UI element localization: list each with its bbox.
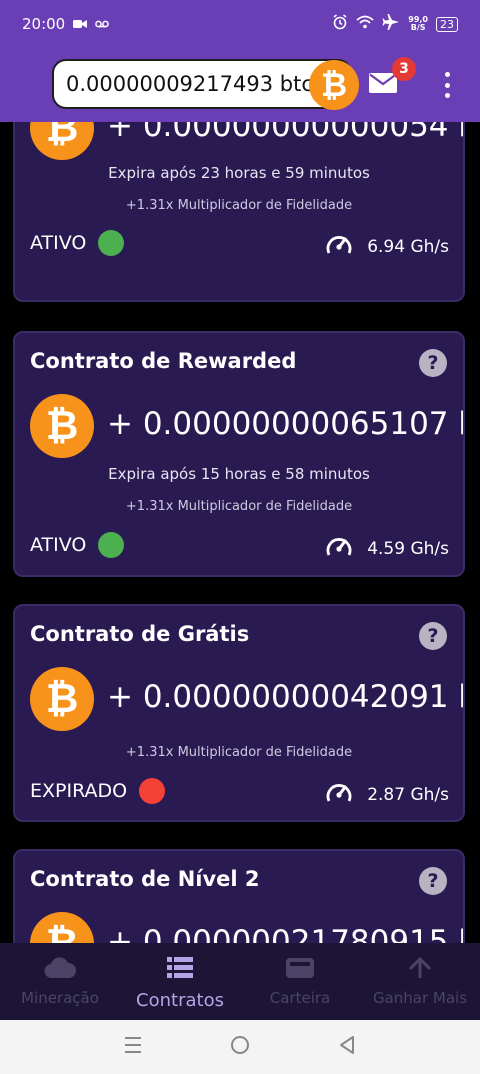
- contract-status-label: EXPIRADO: [30, 780, 128, 802]
- nav-item-mineracao[interactable]: Mineração: [0, 943, 120, 1020]
- arrow-up-icon: [408, 956, 432, 989]
- network-speed: 99,0 B/S: [408, 16, 428, 32]
- more-menu-icon[interactable]: [440, 72, 454, 98]
- contract-status: EXPIRADO: [30, 778, 166, 804]
- contract-card: Contrato de Rewarded ? ₿ + 0.00000000065…: [13, 331, 465, 577]
- help-icon[interactable]: ?: [419, 622, 447, 650]
- notification-badge: 3: [392, 57, 416, 81]
- speedometer-icon: [325, 534, 353, 563]
- contracts-list[interactable]: ₿ + 0.00000000000054 btc Expira após 23 …: [0, 122, 480, 943]
- cloud-icon: [44, 957, 77, 989]
- help-icon[interactable]: ?: [419, 349, 447, 377]
- contract-amount: + 0.00000000042091 btc: [107, 679, 463, 715]
- status-time: 20:00: [22, 15, 66, 33]
- bitcoin-icon: ₿: [30, 667, 94, 731]
- status-indicator-dot: [98, 532, 125, 558]
- status-right: 99,0 B/S 23: [332, 14, 458, 34]
- list-icon: [167, 957, 193, 990]
- loyalty-multiplier: +1.31x Multiplicador de Fidelidade: [125, 198, 353, 213]
- wallet-icon: [286, 957, 314, 989]
- battery-icon: 23: [436, 16, 458, 32]
- contract-status-label: ATIVO: [30, 232, 87, 254]
- home-icon[interactable]: [229, 1034, 251, 1060]
- contract-amount: + 0.00000021780915 btc: [107, 924, 463, 943]
- back-icon[interactable]: [337, 1034, 357, 1060]
- speedometer-icon: [325, 780, 353, 809]
- hashrate-value: 6.94 Gh/s: [367, 236, 449, 257]
- contract-amount: + 0.00000000065107 btc: [107, 406, 463, 442]
- hashrate-value: 2.87 Gh/s: [367, 784, 449, 805]
- network-speed-unit: B/S: [410, 23, 426, 32]
- mail-icon[interactable]: [369, 73, 397, 93]
- contract-status-label: ATIVO: [30, 534, 87, 556]
- balance-display[interactable]: 0.00000009217493 btc: [52, 59, 352, 109]
- bitcoin-icon: ₿: [30, 394, 94, 458]
- contract-card: Contrato de Grátis ? ₿ + 0.0000000004209…: [13, 604, 465, 822]
- nav-item-contratos[interactable]: Contratos: [120, 943, 240, 1020]
- status-indicator-dot: [98, 230, 125, 256]
- status-left: 20:00: [22, 15, 110, 33]
- wifi-icon: [356, 15, 374, 33]
- alarm-icon: [332, 14, 348, 34]
- contract-amount: + 0.00000000000054 btc: [107, 122, 463, 144]
- contract-status: ATIVO: [30, 230, 125, 256]
- contract-title: Contrato de Rewarded: [30, 349, 297, 373]
- contract-title: Contrato de Nível 2: [30, 867, 260, 891]
- contract-expiration: Expira após 15 horas e 58 minutos: [108, 465, 370, 483]
- nav-label: Contratos: [136, 990, 224, 1011]
- contract-hashrate: 2.87 Gh/s: [325, 780, 449, 809]
- contract-status: ATIVO: [30, 532, 125, 558]
- nav-item-ganhar-mais[interactable]: Ganhar Mais: [360, 943, 480, 1020]
- video-camera-icon: [73, 15, 88, 33]
- status-indicator-dot: [139, 778, 166, 804]
- contract-expiration: Expira após 23 horas e 59 minutos: [108, 164, 370, 182]
- app-header: 0.00000009217493 btc ₿ 3: [0, 48, 480, 122]
- loyalty-multiplier: +1.31x Multiplicador de Fidelidade: [125, 499, 353, 514]
- nav-label: Carteira: [269, 989, 331, 1007]
- nav-label: Ganhar Mais: [372, 989, 468, 1007]
- bitcoin-icon: ₿: [30, 912, 94, 943]
- bitcoin-icon: ₿: [30, 122, 94, 160]
- hashrate-value: 4.59 Gh/s: [367, 538, 449, 559]
- contract-card: Contrato de Nível 2 ? ₿ + 0.000000217809…: [13, 849, 465, 943]
- bottom-navigation: Mineração Contratos Carteira Ganhar Mais: [0, 943, 480, 1020]
- speedometer-icon: [325, 232, 353, 261]
- nav-label: Mineração: [21, 989, 99, 1007]
- status-bar: 20:00 99,0 B/S 23: [0, 0, 480, 48]
- help-icon[interactable]: ?: [419, 867, 447, 895]
- voicemail-icon: [95, 15, 110, 33]
- system-navigation-bar: [0, 1020, 480, 1074]
- bitcoin-icon[interactable]: ₿: [309, 60, 359, 110]
- contract-card: ₿ + 0.00000000000054 btc Expira após 23 …: [13, 122, 465, 302]
- contract-hashrate: 6.94 Gh/s: [325, 232, 449, 261]
- app-screen: 20:00 99,0 B/S 23 0.00000009217493 btc ₿…: [0, 0, 480, 1074]
- airplane-icon: [382, 14, 400, 34]
- loyalty-multiplier: +1.31x Multiplicador de Fidelidade: [125, 745, 353, 760]
- recent-apps-icon[interactable]: [123, 1036, 143, 1058]
- contract-title: Contrato de Grátis: [30, 622, 250, 646]
- contract-hashrate: 4.59 Gh/s: [325, 534, 449, 563]
- nav-item-carteira[interactable]: Carteira: [240, 943, 360, 1020]
